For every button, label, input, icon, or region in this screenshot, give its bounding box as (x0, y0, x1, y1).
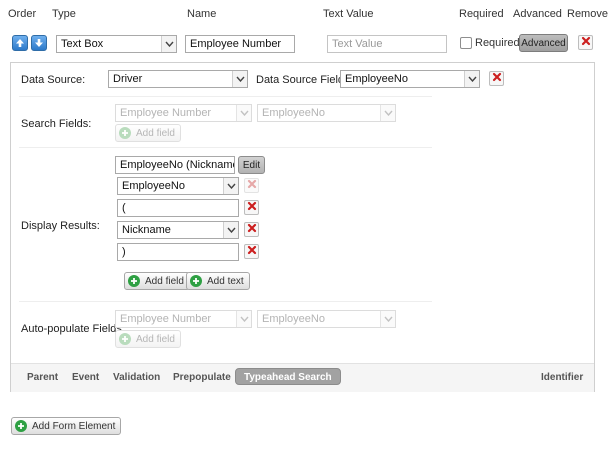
edit-template-button[interactable]: Edit (238, 156, 265, 174)
header-type: Type (52, 8, 76, 20)
header-text-value: Text Value (323, 8, 374, 20)
type-select[interactable]: Text Box (56, 35, 177, 53)
display-text-input[interactable]: ( (117, 199, 239, 217)
section-divider (19, 147, 432, 148)
text-value-input[interactable]: Text Value (327, 35, 447, 53)
arrow-up-icon (15, 38, 25, 48)
search-column-value: EmployeeNo (262, 107, 325, 119)
auto-populate-column-value: EmployeeNo (262, 313, 325, 325)
settings-tab-bar: Parent Event Validation Prepopulate Type… (11, 363, 594, 392)
close-icon (247, 179, 257, 192)
header-advanced: Advanced (513, 8, 562, 20)
search-field-value: Employee Number (120, 107, 212, 119)
auto-populate-field-value: Employee Number (120, 313, 212, 325)
chevron-down-icon (380, 311, 395, 327)
close-icon (492, 72, 502, 85)
tab-prepopulate[interactable]: Prepopulate (173, 372, 231, 383)
tab-parent[interactable]: Parent (27, 372, 58, 383)
plus-icon (119, 333, 131, 345)
data-source-label: Data Source: (21, 74, 86, 86)
plus-icon (15, 420, 27, 432)
required-checkbox[interactable] (460, 37, 472, 49)
close-icon (581, 36, 591, 49)
tab-typeahead-search[interactable]: Typeahead Search (235, 368, 341, 385)
tab-identifier[interactable]: Identifier (541, 372, 583, 383)
add-field-label: Add field (145, 275, 184, 287)
remove-display-result-button[interactable] (244, 222, 259, 237)
auto-populate-field-select[interactable]: Employee Number (115, 310, 252, 328)
header-name: Name (187, 8, 217, 20)
auto-populate-column-select[interactable]: EmployeeNo (257, 310, 396, 328)
arrow-down-icon (34, 38, 44, 48)
auto-populate-add-field-button[interactable]: Add field (115, 330, 181, 348)
plus-icon (128, 275, 140, 287)
display-result-select[interactable]: Nickname (117, 221, 239, 239)
add-field-label: Add field (136, 333, 175, 345)
display-add-text-button[interactable]: Add text (186, 272, 250, 290)
display-template-input[interactable]: EmployeeNo (Nickname) (115, 156, 235, 174)
data-source-field-label: Data Source Field: (256, 74, 348, 86)
display-result-value: EmployeeNo (122, 180, 185, 192)
remove-display-result-button[interactable] (244, 178, 259, 193)
section-divider (19, 96, 432, 97)
plus-icon (190, 275, 202, 287)
search-column-select[interactable]: EmployeeNo (257, 104, 396, 122)
element-settings-panel: Data Source: Driver Data Source Field: E… (10, 62, 595, 392)
header-remove: Remove (567, 8, 608, 20)
close-icon (247, 245, 257, 258)
chevron-down-icon (380, 105, 395, 121)
remove-display-result-button[interactable] (244, 200, 259, 215)
data-source-field-value: EmployeeNo (345, 73, 408, 85)
type-select-value: Text Box (61, 38, 104, 50)
chevron-down-icon (236, 311, 251, 327)
data-source-value: Driver (113, 73, 143, 85)
chevron-down-icon (161, 36, 176, 52)
data-source-select[interactable]: Driver (108, 70, 248, 88)
close-icon (247, 201, 257, 214)
search-fields-label: Search Fields: (21, 118, 92, 130)
chevron-down-icon (223, 178, 238, 194)
element-name-input[interactable]: Employee Number (185, 35, 295, 53)
header-required: Required (459, 8, 504, 20)
search-field-select[interactable]: Employee Number (115, 104, 252, 122)
add-text-label: Add text (207, 275, 244, 287)
add-form-element-button[interactable]: Add Form Element (11, 417, 122, 435)
section-divider (19, 301, 432, 302)
add-form-element-label: Add Form Element (32, 420, 116, 432)
search-add-field-button[interactable]: Add field (115, 124, 181, 142)
display-results-label: Display Results: (21, 220, 100, 232)
required-label: Required (475, 37, 520, 49)
remove-element-button[interactable] (578, 35, 593, 50)
auto-populate-label: Auto-populate Fields: (21, 323, 125, 335)
move-down-button[interactable] (31, 35, 47, 51)
advanced-button[interactable]: Advanced (519, 34, 568, 52)
move-up-button[interactable] (12, 35, 28, 51)
tab-validation[interactable]: Validation (113, 372, 160, 383)
chevron-down-icon (464, 71, 479, 87)
remove-display-result-button[interactable] (244, 244, 259, 259)
data-source-field-select[interactable]: EmployeeNo (340, 70, 480, 88)
chevron-down-icon (236, 105, 251, 121)
header-order: Order (8, 8, 37, 20)
chevron-down-icon (232, 71, 247, 87)
add-field-label: Add field (136, 127, 175, 139)
tab-event[interactable]: Event (72, 372, 99, 383)
remove-data-source-button[interactable] (489, 71, 504, 86)
display-result-value: Nickname (122, 224, 171, 236)
chevron-down-icon (223, 222, 238, 238)
display-result-select[interactable]: EmployeeNo (117, 177, 239, 195)
close-icon (247, 223, 257, 236)
display-text-input[interactable]: ) (117, 243, 239, 261)
plus-icon (119, 127, 131, 139)
display-add-field-button[interactable]: Add field (124, 272, 190, 290)
